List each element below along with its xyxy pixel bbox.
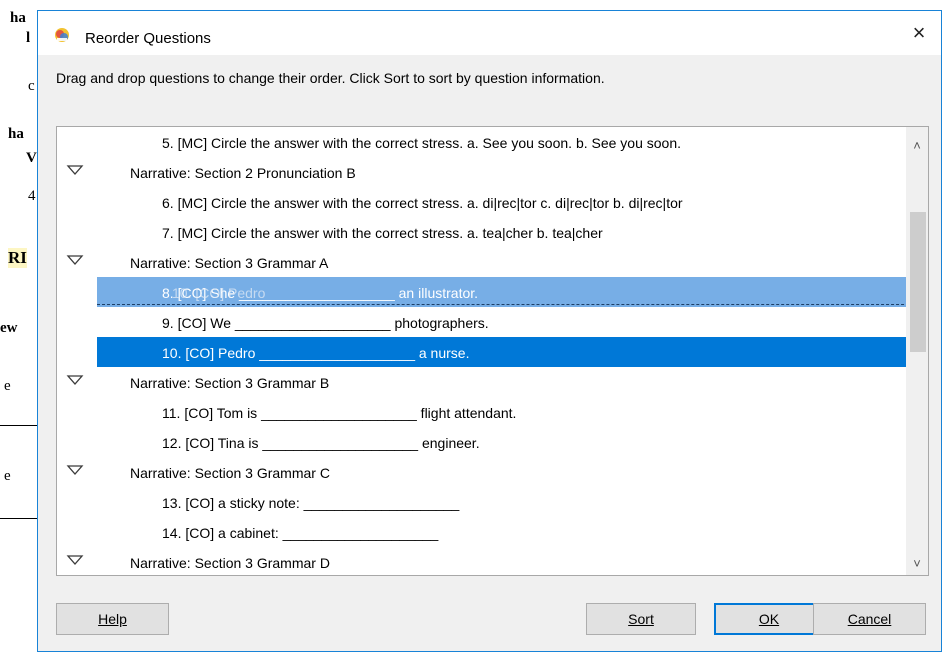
narrative-row[interactable]: Narrative: Section 2 Pronunciation B — [57, 157, 907, 187]
question-text: 13. [CO] a sticky note: ________________… — [162, 495, 460, 511]
question-text: 12. [CO] Tina is ____________________ en… — [162, 435, 480, 451]
question-text: 5. [MC] Circle the answer with the corre… — [162, 135, 682, 151]
bg-text: ha — [10, 10, 26, 26]
narrative-row[interactable]: Narrative: Section 3 Grammar D — [57, 547, 907, 575]
question-text: 6. [MC] Circle the answer with the corre… — [162, 195, 683, 211]
bg-text: e — [4, 468, 11, 484]
collapse-triangle-icon[interactable] — [66, 163, 84, 177]
scroll-up-icon[interactable]: ˄ — [906, 135, 928, 157]
narrative-text: Narrative: Section 3 Grammar B — [130, 375, 330, 391]
question-row[interactable]: 13. [CO] a sticky note: ________________… — [57, 487, 907, 517]
cancel-button[interactable]: Cancel — [813, 603, 926, 635]
collapse-triangle-icon[interactable] — [66, 373, 84, 387]
bg-heading: RI — [8, 248, 27, 268]
bg-text: e — [4, 378, 11, 394]
sort-button[interactable]: Sort — [586, 603, 696, 635]
help-button[interactable]: Help — [56, 603, 169, 635]
selected-question-row[interactable]: 10. [CO] Pedro ____________________ a nu… — [97, 337, 907, 367]
narrative-row[interactable]: Narrative: Section 3 Grammar A — [57, 247, 907, 277]
bg-rule — [0, 425, 40, 426]
question-text: 14. [CO] a cabinet: ____________________ — [162, 525, 439, 541]
help-button-label: Help — [98, 611, 127, 627]
app-icon — [55, 28, 69, 42]
instructions-text: Drag and drop questions to change their … — [56, 70, 605, 86]
bg-text: c — [28, 78, 35, 94]
question-row[interactable]: 6. [MC] Circle the answer with the corre… — [57, 187, 907, 217]
title-bar[interactable]: Reorder Questions × — [38, 11, 941, 55]
narrative-row[interactable]: Narrative: Section 3 Grammar C — [57, 457, 907, 487]
question-row[interactable]: 5. [MC] Circle the answer with the corre… — [57, 127, 907, 157]
drag-ghost-text: 10. [CO] Pedro — [172, 285, 266, 301]
ok-button-label: OK — [758, 611, 780, 627]
bg-rule — [0, 518, 40, 519]
question-text: 11. [CO] Tom is ____________________ fli… — [162, 405, 517, 421]
question-text: 10. [CO] Pedro ____________________ a nu… — [162, 345, 470, 361]
narrative-text: Narrative: Section 3 Grammar A — [130, 255, 329, 271]
scrollbar-thumb[interactable] — [910, 212, 926, 352]
background-document: ha l c ha V 4 RI ew e e — [0, 0, 40, 652]
question-list[interactable]: 5. [MC] Circle the answer with the corre… — [56, 126, 929, 576]
collapse-triangle-icon[interactable] — [66, 253, 84, 267]
dialog-title: Reorder Questions — [85, 30, 211, 47]
sort-button-label: Sort — [628, 611, 654, 627]
collapse-triangle-icon[interactable] — [66, 553, 84, 567]
drop-insertion-line — [97, 304, 928, 305]
reorder-questions-dialog: Reorder Questions × Drag and drop questi… — [37, 10, 942, 652]
collapse-triangle-icon[interactable] — [66, 463, 84, 477]
narrative-row[interactable]: Narrative: Section 3 Grammar B — [57, 367, 907, 397]
vertical-scrollbar[interactable]: ˄ ˅ — [906, 127, 928, 575]
ok-button[interactable]: OK — [714, 603, 824, 635]
close-icon[interactable]: × — [897, 11, 941, 55]
question-row[interactable]: 12. [CO] Tina is ____________________ en… — [57, 427, 907, 457]
bg-text: V — [26, 150, 37, 166]
cancel-button-label: Cancel — [847, 611, 892, 627]
narrative-text: Narrative: Section 2 Pronunciation B — [130, 165, 356, 181]
question-text: 9. [CO] We ____________________ photogra… — [162, 315, 489, 331]
bg-text: ew — [0, 320, 18, 336]
bg-text: ha — [8, 126, 24, 142]
drag-target-row[interactable]: 8. [CO] She ____________________ an illu… — [97, 277, 907, 307]
scroll-down-icon[interactable]: ˅ — [906, 553, 928, 575]
question-text: 7. [MC] Circle the answer with the corre… — [162, 225, 603, 241]
question-row[interactable]: 9. [CO] We ____________________ photogra… — [57, 307, 907, 337]
question-row[interactable]: 14. [CO] a cabinet: ____________________ — [57, 517, 907, 547]
bg-text: 4 — [28, 188, 36, 204]
question-row[interactable]: 11. [CO] Tom is ____________________ fli… — [57, 397, 907, 427]
question-row[interactable]: 7. [MC] Circle the answer with the corre… — [57, 217, 907, 247]
narrative-text: Narrative: Section 3 Grammar C — [130, 465, 330, 481]
narrative-text: Narrative: Section 3 Grammar D — [130, 555, 330, 571]
bg-text: l — [26, 30, 31, 46]
